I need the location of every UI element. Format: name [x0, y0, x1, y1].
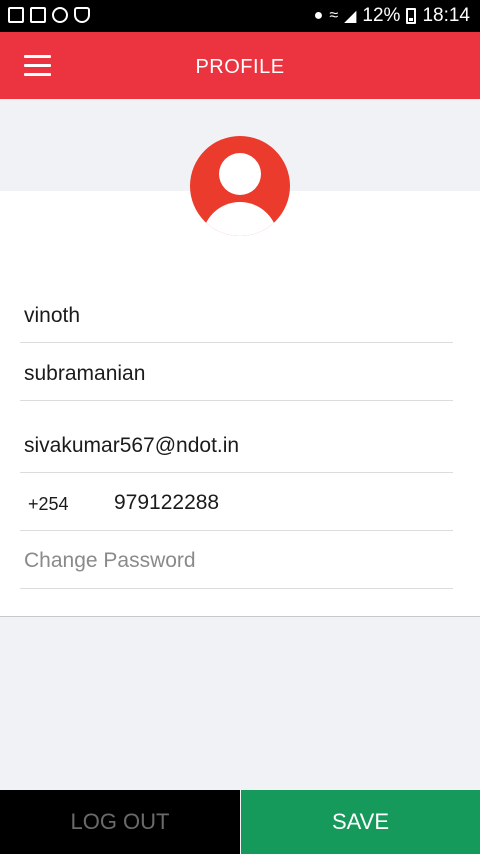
wifi-icon: ≈: [329, 7, 339, 24]
email-field[interactable]: sivakumar567@ndot.in: [20, 420, 453, 473]
logout-button[interactable]: LOG OUT: [0, 790, 240, 854]
image-notification-icon: [8, 7, 24, 23]
save-button[interactable]: SAVE: [241, 790, 480, 854]
signal-icon: ◢: [344, 8, 357, 25]
status-time: 18:14: [422, 5, 470, 26]
battery-icon: [406, 8, 417, 24]
email-value: sivakumar567@ndot.in: [24, 434, 240, 457]
status-bar: ● ≈ ◢ 12% 18:14: [0, 0, 480, 32]
change-password-label: Change Password: [24, 549, 196, 572]
page-title: PROFILE: [195, 56, 285, 78]
last-name-field[interactable]: subramanian: [20, 349, 453, 401]
shield-icon: [74, 7, 90, 23]
phone-number-value: 979122288: [114, 491, 220, 514]
first-name-field[interactable]: vinoth: [20, 291, 453, 343]
last-name-value: subramanian: [24, 362, 146, 385]
gmail-icon: [30, 7, 46, 23]
vpn-icon: [52, 7, 68, 23]
change-password-field[interactable]: Change Password: [20, 536, 453, 589]
location-icon: ●: [313, 7, 324, 24]
user-avatar-icon[interactable]: [190, 136, 290, 236]
status-system-icons: ● ≈ ◢ 12% 18:14: [314, 5, 470, 27]
first-name-value: vinoth: [24, 304, 81, 327]
phone-field[interactable]: +254 979122288: [20, 478, 453, 531]
app-bar: PROFILE: [0, 32, 480, 99]
battery-percent: 12%: [362, 5, 401, 26]
status-notification-icons: [8, 7, 90, 23]
country-code-selector[interactable]: +254: [28, 494, 69, 515]
